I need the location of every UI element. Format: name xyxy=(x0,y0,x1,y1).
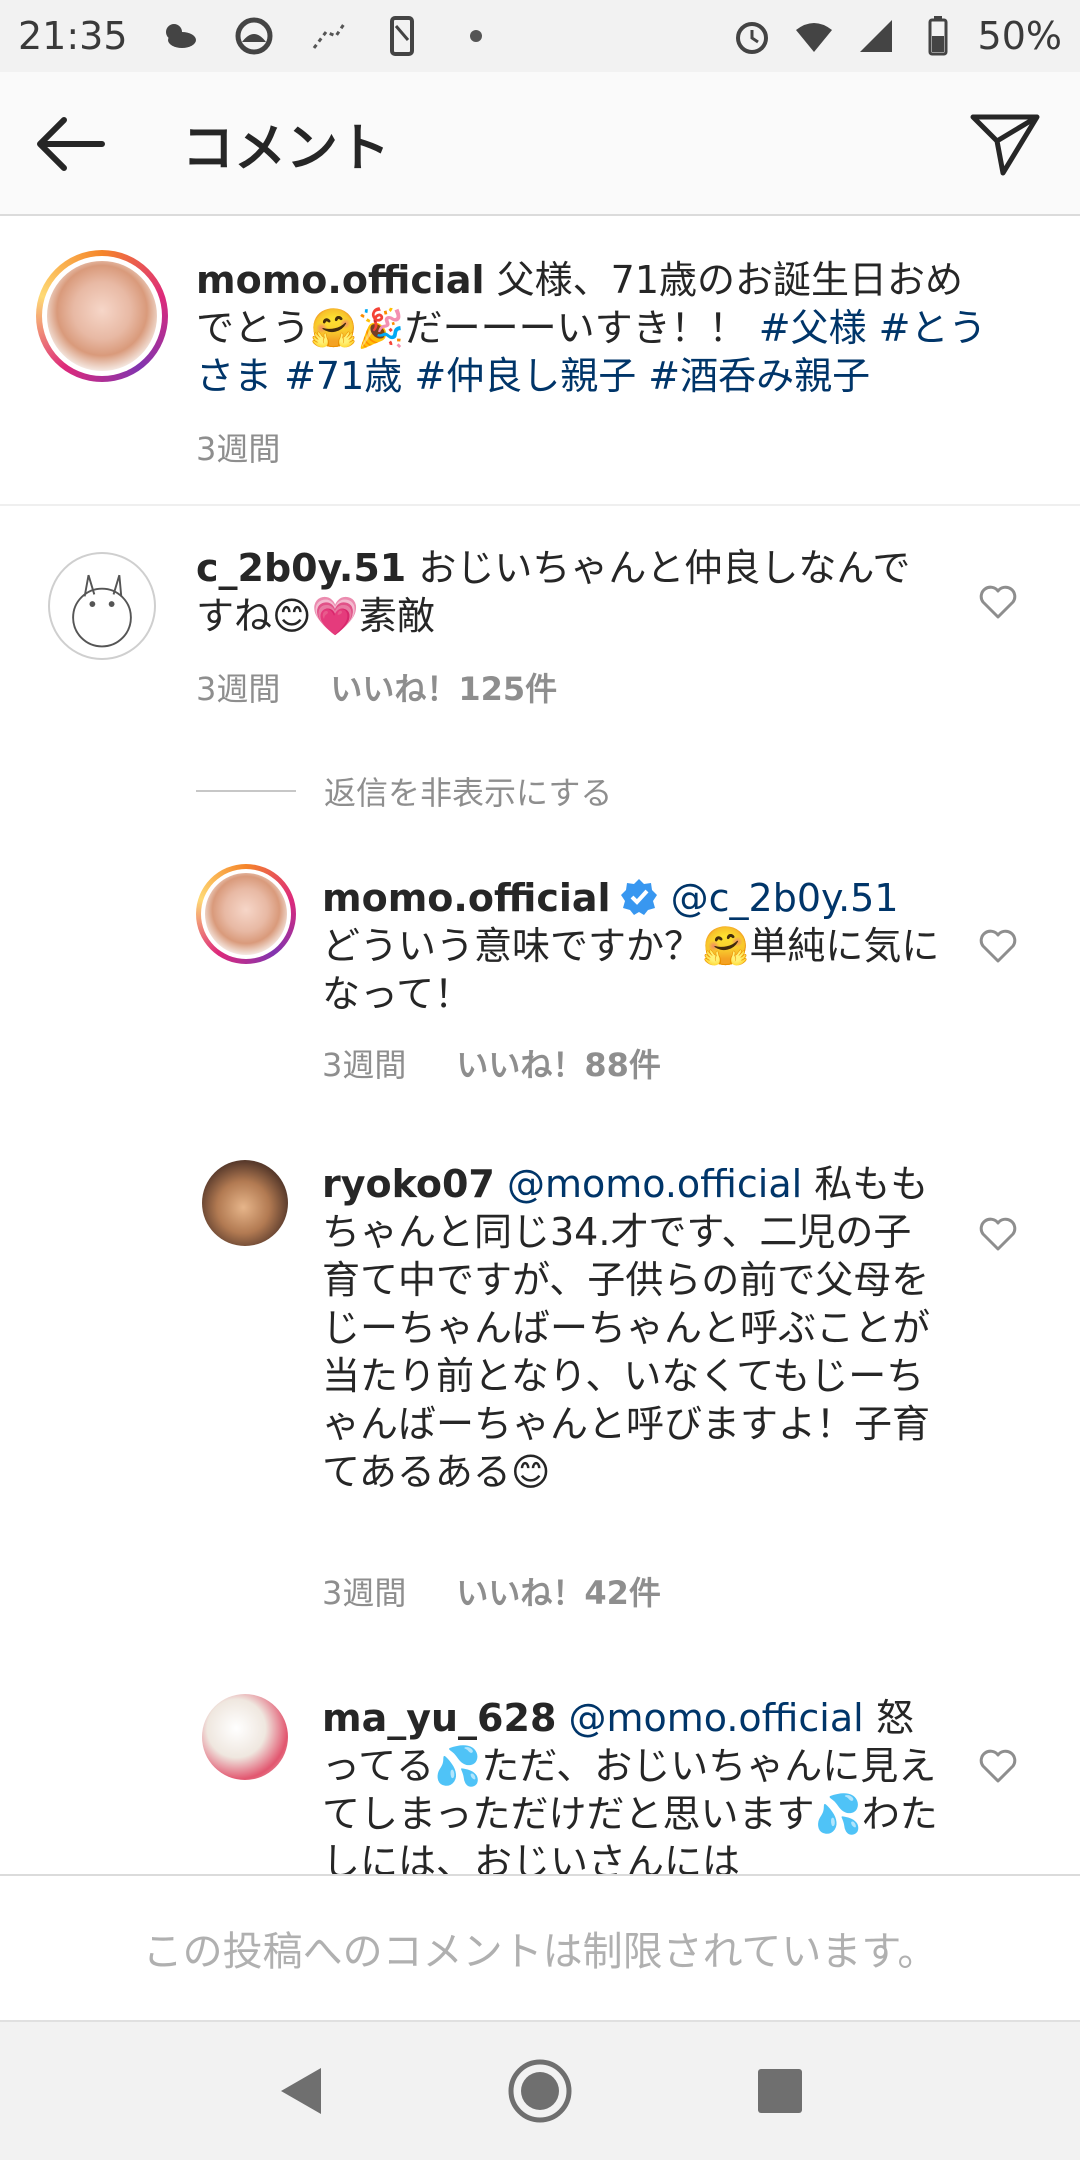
reply-item: ryoko07 @momo.official 私ももちゃんと同じ34.才です、二… xyxy=(0,1154,1080,1614)
system-nav-bar xyxy=(0,2020,1080,2160)
like-button[interactable] xyxy=(976,1744,1020,1788)
wifi-icon xyxy=(792,14,836,58)
reply-username[interactable]: momo.official xyxy=(322,876,611,920)
square-recents-icon xyxy=(758,2069,802,2113)
phone-icon xyxy=(380,14,424,58)
caption-text: momo.official 父様、71歳のお誕生日おめでとう🤗🎉だーーーいすき！… xyxy=(196,256,996,400)
reply-mention[interactable]: @c_2b0y.51 xyxy=(671,876,899,920)
divider xyxy=(196,790,296,792)
comment-likes[interactable]: いいね！125件 xyxy=(330,664,557,710)
heart-outline-icon xyxy=(979,585,1017,619)
comment-restricted-notice: この投稿へのコメントは制限されています。 xyxy=(0,1874,1080,2020)
reply-time: 3週間 xyxy=(322,1046,407,1084)
like-button[interactable] xyxy=(976,580,1020,624)
reply-text: momo.official @c_2b0y.51 どういう意味ですか？🤗単純に気… xyxy=(322,874,942,1018)
caption-time: 3週間 xyxy=(196,430,281,468)
verified-badge-icon xyxy=(620,879,657,915)
like-button[interactable] xyxy=(976,924,1020,968)
reply-time: 3週間 xyxy=(322,1574,407,1612)
heart-outline-icon xyxy=(979,929,1017,963)
reply-item: momo.official @c_2b0y.51 どういう意味ですか？🤗単純に気… xyxy=(0,860,1080,1100)
reply-mention[interactable]: @momo.official xyxy=(507,1162,802,1206)
reply-text: ryoko07 @momo.official 私ももちゃんと同じ34.才です、二… xyxy=(322,1160,942,1544)
triangle-back-icon xyxy=(281,2068,321,2114)
nav-recents-button[interactable] xyxy=(745,2056,815,2126)
comment-text: c_2b0y.51 おじいちゃんと仲良しなんですね😊💗素敵 xyxy=(196,544,936,640)
circle-status-icon xyxy=(232,14,276,58)
avatar[interactable] xyxy=(36,250,168,382)
route-icon xyxy=(306,14,350,58)
heart-outline-icon xyxy=(979,1749,1017,1783)
status-bar: 21:35 50% xyxy=(0,0,1080,72)
back-button[interactable] xyxy=(30,108,110,180)
avatar[interactable] xyxy=(202,1160,288,1246)
avatar[interactable] xyxy=(202,1694,288,1780)
comment-username[interactable]: c_2b0y.51 xyxy=(196,546,406,590)
nav-back-button[interactable] xyxy=(265,2056,335,2126)
hide-replies-label: 返信を非表示にする xyxy=(324,774,613,812)
hide-replies-button[interactable]: 返信を非表示にする xyxy=(196,768,612,814)
reply-item: ma_yu_628 @momo.official 怒ってる💦ただ、おじいちゃんに… xyxy=(0,1688,1080,1874)
send-icon xyxy=(970,114,1040,176)
back-arrow-icon xyxy=(37,117,105,171)
reply-username[interactable]: ma_yu_628 xyxy=(322,1696,556,1740)
battery-percent: 50% xyxy=(977,14,1062,58)
nav-home-button[interactable] xyxy=(505,2056,575,2126)
comment-item: c_2b0y.51 おじいちゃんと仲良しなんですね😊💗素敵 3週間 いいね！12… xyxy=(0,508,1080,748)
avatar[interactable] xyxy=(48,552,156,660)
reply-username[interactable]: ryoko07 xyxy=(322,1162,495,1206)
reply-text: ma_yu_628 @momo.official 怒ってる💦ただ、おじいちゃんに… xyxy=(322,1694,942,1874)
app-bar: コメント xyxy=(0,72,1080,216)
share-button[interactable] xyxy=(960,102,1050,186)
reply-mention[interactable]: @momo.official xyxy=(568,1696,863,1740)
restricted-text: この投稿へのコメントは制限されています。 xyxy=(142,1929,938,1975)
reply-body: どういう意味ですか？🤗単純に気になって！ xyxy=(322,924,940,1016)
home-circle-icon xyxy=(508,2059,572,2123)
heart-outline-icon xyxy=(979,1217,1017,1251)
post-caption: momo.official 父様、71歳のお誕生日おめでとう🤗🎉だーーーいすき！… xyxy=(0,218,1080,506)
signal-icon xyxy=(854,14,898,58)
page-title: コメント xyxy=(182,119,391,179)
battery-icon xyxy=(916,14,960,58)
dot-icon xyxy=(454,14,498,58)
like-button[interactable] xyxy=(976,1212,1020,1256)
alarm-icon xyxy=(730,14,774,58)
reply-body: 私ももちゃんと同じ34.才です、二児の子育て中ですが、子供らの前で父母をじーちゃ… xyxy=(322,1162,931,1494)
comment-time: 3週間 xyxy=(196,670,281,708)
caption-username[interactable]: momo.official xyxy=(196,258,485,302)
weather-cloud-icon xyxy=(158,14,202,58)
reply-likes[interactable]: いいね！88件 xyxy=(456,1040,661,1086)
reply-likes[interactable]: いいね！42件 xyxy=(456,1568,661,1614)
avatar[interactable] xyxy=(196,864,296,964)
status-time: 21:35 xyxy=(18,14,128,58)
